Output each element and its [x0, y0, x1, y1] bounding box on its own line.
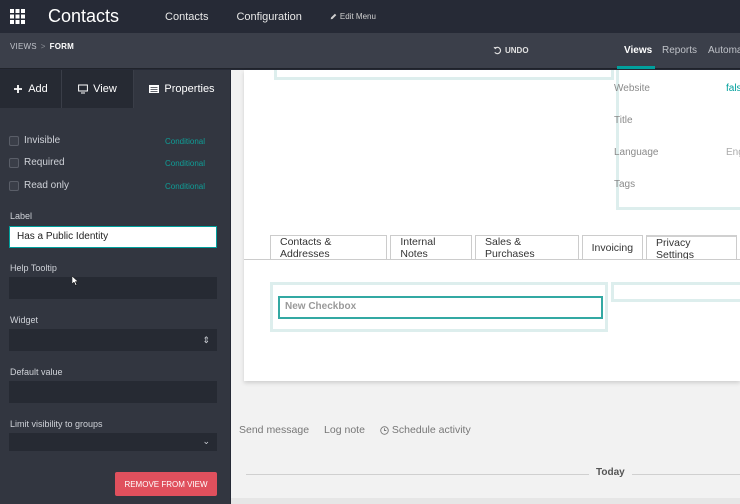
form-canvas: Website fals Title Language Eng Tags Con… [231, 70, 740, 504]
required-toggle[interactable]: Required [9, 157, 65, 168]
nav-configuration[interactable]: Configuration [236, 11, 301, 23]
sidebar-tab-properties-label: Properties [164, 83, 215, 95]
groups-title: Limit visibility to groups [10, 419, 103, 429]
help-tooltip-input[interactable] [9, 277, 217, 299]
undo-icon [493, 46, 502, 55]
list-icon [149, 85, 160, 93]
readonly-checkbox[interactable] [9, 180, 19, 191]
tab-privacy-settings[interactable]: Privacy Settings [646, 235, 737, 261]
field-label-tags[interactable]: Tags [614, 179, 635, 190]
tabs-divider [244, 259, 740, 260]
chevron-down-icon: ⌄ [202, 436, 210, 446]
label-input[interactable]: Has a Public Identity [9, 226, 217, 248]
send-message-button[interactable]: Send message [239, 424, 309, 436]
readonly-label: Read only [24, 180, 70, 191]
plus-icon [14, 85, 23, 93]
help-tooltip-title: Help Tooltip [10, 263, 57, 273]
sidebar-tab-view[interactable]: View [62, 70, 134, 108]
field-value-website[interactable]: fals [726, 83, 740, 94]
privacy-right-group[interactable] [611, 282, 740, 302]
tab-sales-purchases[interactable]: Sales & Purchases [474, 235, 579, 260]
invisible-checkbox[interactable] [9, 135, 19, 146]
studio-toolbar: VIEWS > FORM UNDO Views Reports Automa [0, 33, 740, 69]
breadcrumb-views[interactable]: VIEWS [10, 42, 37, 51]
label-field-title: Label [10, 211, 33, 221]
breadcrumb: VIEWS > FORM [10, 42, 74, 51]
field-value-language[interactable]: Eng [726, 147, 740, 158]
clock-icon [380, 425, 389, 435]
undo-label: UNDO [505, 46, 529, 55]
today-divider [246, 474, 740, 475]
undo-button[interactable]: UNDO [493, 46, 529, 55]
top-group[interactable] [274, 70, 614, 80]
readonly-conditional-link[interactable]: Conditional [165, 182, 205, 191]
monitor-icon [78, 84, 89, 94]
required-checkbox[interactable] [9, 157, 19, 168]
edit-menu-button[interactable]: Edit Menu [330, 12, 376, 21]
invisible-conditional-link[interactable]: Conditional [165, 137, 205, 146]
active-tab-indicator [617, 66, 655, 69]
tab-reports[interactable]: Reports [662, 45, 697, 56]
widget-select[interactable]: ⇕ [9, 329, 217, 351]
sidebar-tabs: Add View Properties [0, 70, 230, 108]
default-value-input[interactable] [9, 381, 217, 403]
nav-contacts[interactable]: Contacts [165, 11, 208, 23]
sidebar-tab-add-label: Add [28, 83, 48, 95]
breadcrumb-separator: > [40, 42, 46, 51]
schedule-activity-label: Schedule activity [391, 424, 471, 436]
tab-automations[interactable]: Automa [708, 45, 740, 56]
app-title[interactable]: Contacts [48, 6, 119, 27]
field-label-language[interactable]: Language [614, 147, 659, 158]
today-label: Today [589, 467, 632, 478]
readonly-toggle[interactable]: Read only [9, 180, 69, 191]
form-notebook-tabs: Contacts & Addresses Internal Notes Sale… [270, 235, 740, 261]
tab-invoicing[interactable]: Invoicing [581, 235, 644, 260]
pencil-icon [330, 13, 337, 20]
invisible-label: Invisible [24, 135, 61, 146]
chatter-bottom-strip [231, 498, 740, 504]
mouse-cursor-icon [72, 276, 79, 286]
apps-grid-icon[interactable] [0, 0, 34, 33]
groups-select[interactable]: ⌄ [9, 433, 217, 451]
studio-sidebar: Add View Properties Invisible Conditiona… [0, 70, 230, 504]
tab-contacts-addresses[interactable]: Contacts & Addresses [270, 235, 388, 260]
field-label-website[interactable]: Website [614, 83, 650, 94]
field-label-title[interactable]: Title [614, 115, 633, 126]
schedule-activity-button[interactable]: Schedule activity [380, 424, 471, 436]
required-label: Required [24, 157, 65, 168]
updown-arrows-icon: ⇕ [202, 335, 210, 345]
log-note-button[interactable]: Log note [324, 424, 365, 436]
tab-views[interactable]: Views [624, 45, 652, 56]
sidebar-tab-view-label: View [93, 83, 117, 95]
new-checkbox-field[interactable]: New Checkbox [278, 296, 603, 319]
edit-menu-label: Edit Menu [339, 12, 376, 21]
sidebar-tab-properties[interactable]: Properties [134, 70, 230, 108]
breadcrumb-form: FORM [49, 42, 75, 51]
widget-title: Widget [10, 315, 39, 325]
chatter-toolbar: Send message Log note Schedule activity [239, 424, 471, 436]
remove-from-view-button[interactable]: REMOVE FROM VIEW [115, 472, 217, 496]
top-navbar: Contacts Contacts Configuration Edit Men… [0, 0, 740, 33]
form-sheet: Website fals Title Language Eng Tags Con… [244, 70, 740, 381]
sidebar-tab-add[interactable]: Add [0, 70, 62, 108]
required-conditional-link[interactable]: Conditional [165, 159, 205, 168]
invisible-toggle[interactable]: Invisible [9, 135, 60, 146]
tab-internal-notes[interactable]: Internal Notes [390, 235, 472, 260]
default-value-title: Default value [10, 367, 63, 377]
